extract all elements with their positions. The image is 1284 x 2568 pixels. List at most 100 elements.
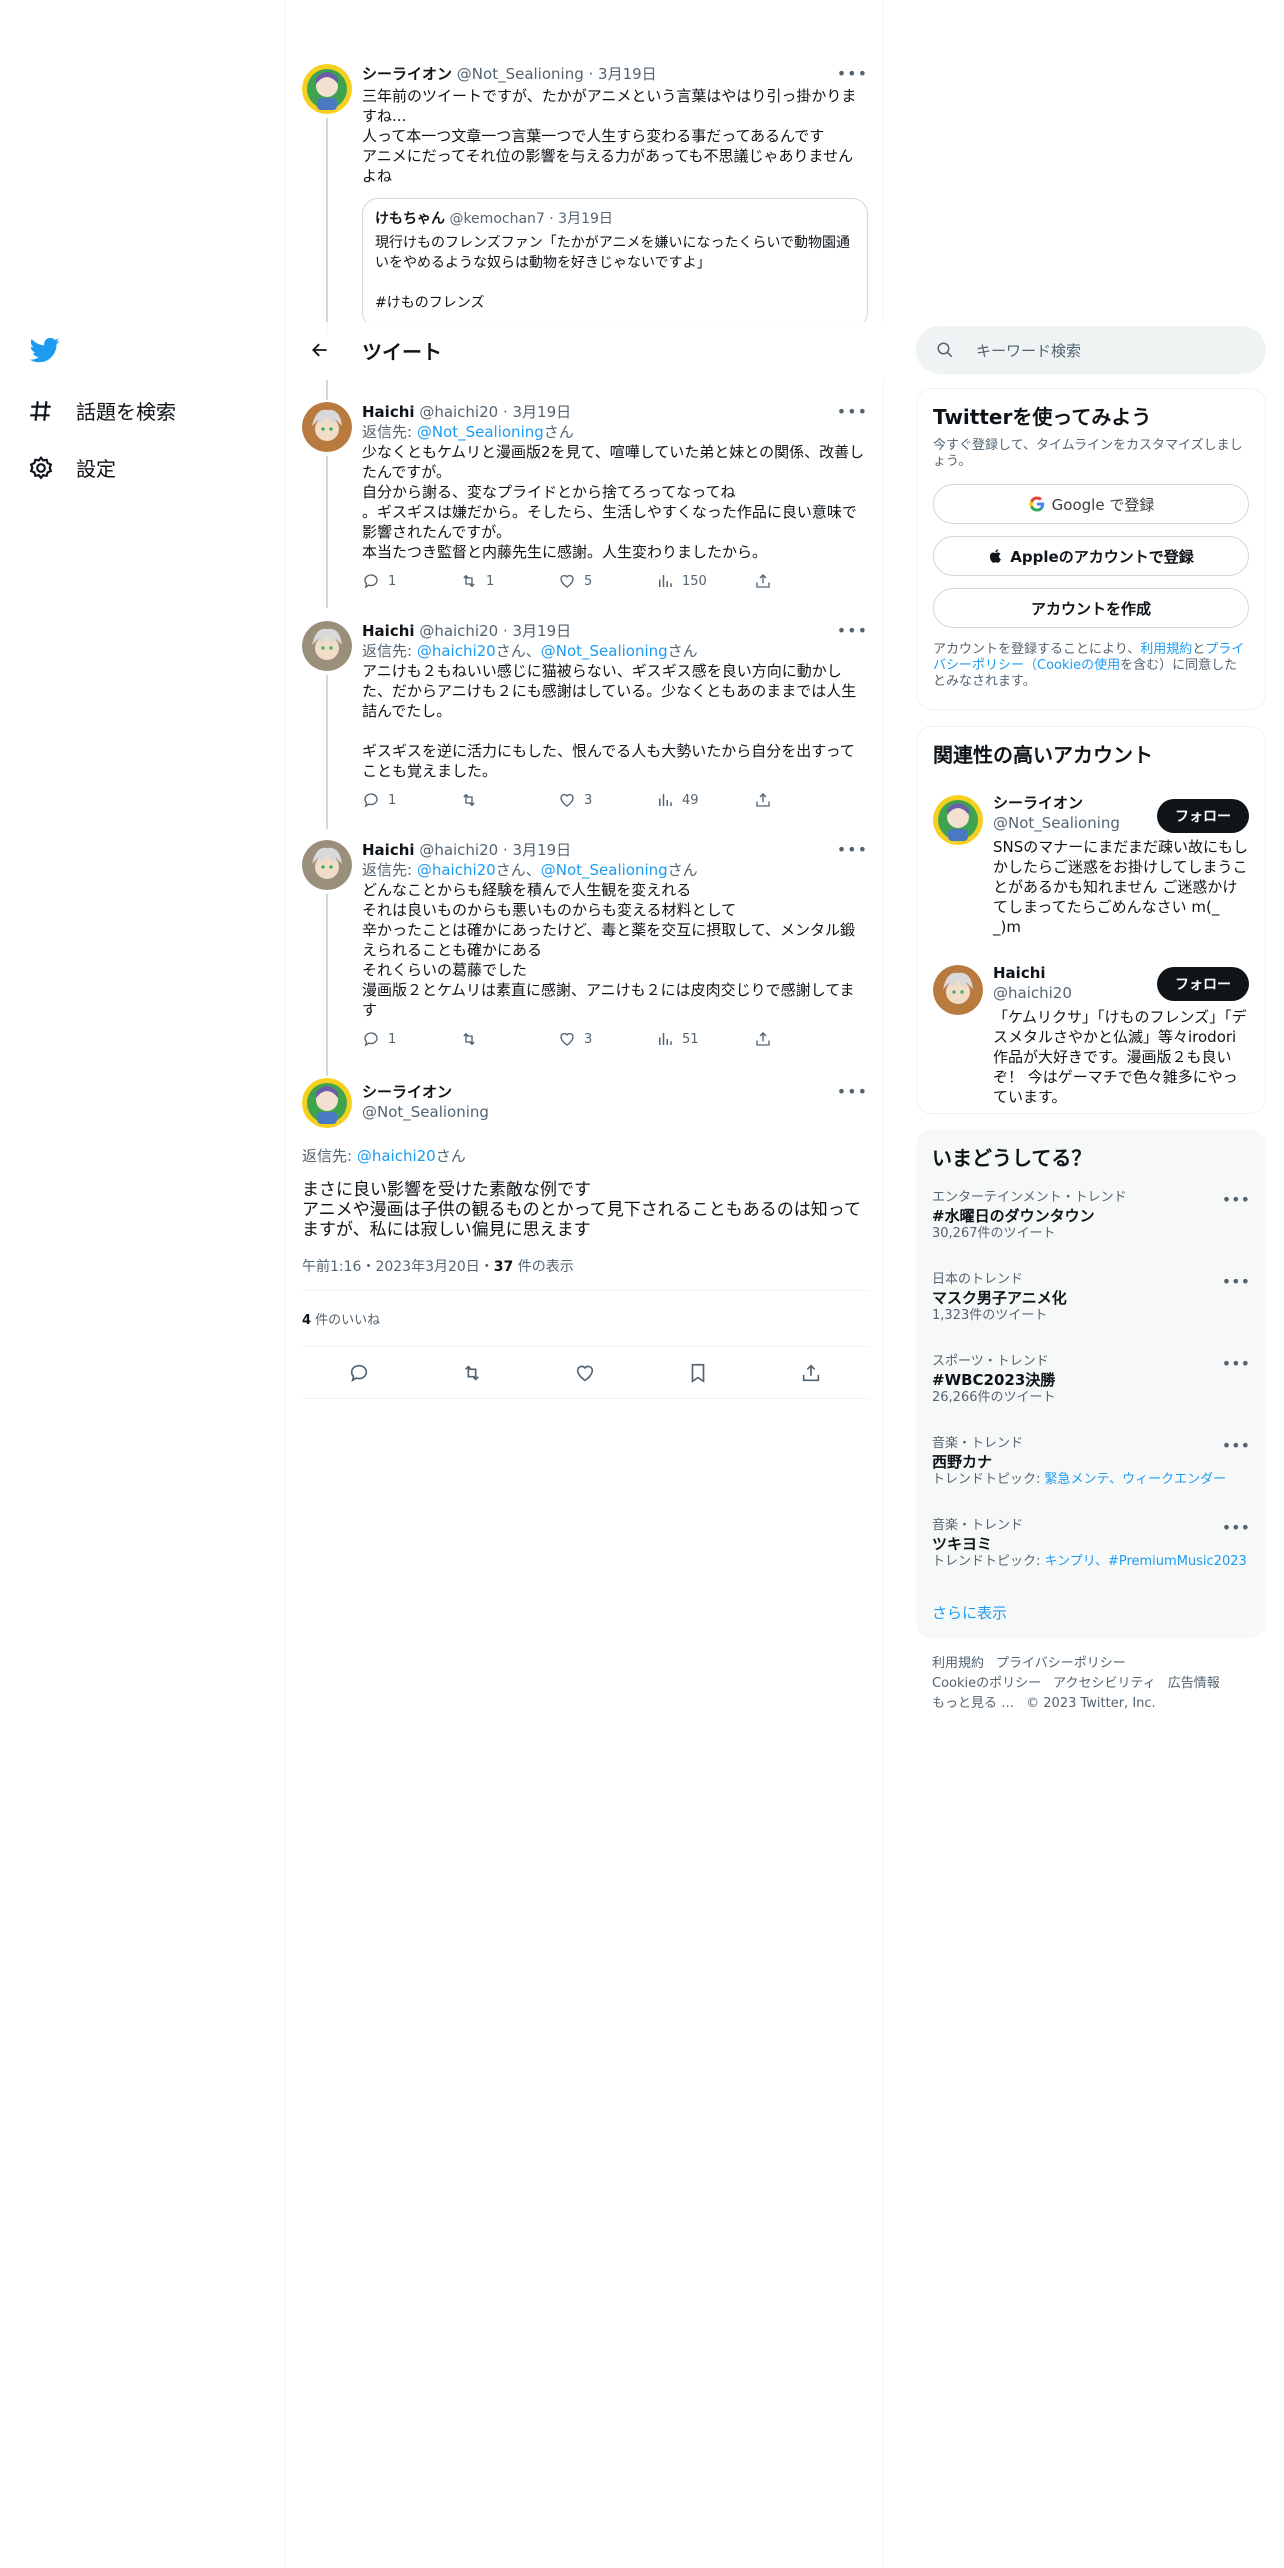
- author-name[interactable]: シーライオン: [362, 1082, 489, 1102]
- mention-link[interactable]: @Not_Sealioning: [541, 642, 668, 660]
- tweet-timestamp[interactable]: 午前1:16・2023年3月20日・: [302, 1259, 494, 1275]
- retweet-button[interactable]: 1: [460, 572, 558, 590]
- quote-tweet[interactable]: けもちゃん @kemochan7 · 3月19日 現行けものフレンズファン「たか…: [362, 198, 868, 328]
- account-item[interactable]: シーライオン @Not_Sealioning フォロー SNSのマナーにまだまだ…: [917, 785, 1265, 953]
- tweet-date[interactable]: · 3月19日: [503, 403, 571, 421]
- reply-icon[interactable]: [348, 1362, 370, 1384]
- avatar[interactable]: [302, 64, 352, 114]
- search-bar[interactable]: キーワード検索: [916, 326, 1266, 374]
- reply-button[interactable]: 1: [362, 572, 460, 590]
- trend-item[interactable]: 日本のトレンド マスク男子アニメ化 1,323件のツイート •••: [932, 1272, 1250, 1324]
- avatar[interactable]: [302, 621, 352, 671]
- author-handle[interactable]: @Not_Sealioning: [362, 1102, 489, 1122]
- views-button[interactable]: 49: [656, 791, 754, 809]
- avatar[interactable]: [302, 1078, 352, 1128]
- reply-button[interactable]: 1: [362, 1030, 460, 1048]
- reply-button[interactable]: 1: [362, 791, 460, 809]
- account-name[interactable]: シーライオン: [993, 793, 1155, 813]
- avatar[interactable]: [302, 402, 352, 452]
- nav-settings[interactable]: 設定: [28, 453, 116, 482]
- footer-ads-link[interactable]: 広告情報: [1168, 1676, 1220, 1691]
- author-name[interactable]: Haichi: [362, 403, 415, 421]
- trend-item[interactable]: スポーツ・トレンド #WBC2023決勝 26,266件のツイート •••: [932, 1354, 1250, 1406]
- trend-item[interactable]: エンターテインメント・トレンド #水曜日のダウンタウン 30,267件のツイート…: [932, 1190, 1250, 1242]
- author-handle[interactable]: @Not_Sealioning: [457, 65, 584, 83]
- more-icon[interactable]: •••: [1222, 1272, 1250, 1291]
- main-column: シーライオン @Not_Sealioning · 3月19日 ••• 三年前のツ…: [286, 0, 884, 2568]
- footer-privacy-link[interactable]: プライバシーポリシー: [996, 1656, 1126, 1671]
- create-account-button[interactable]: アカウントを作成: [933, 588, 1249, 628]
- nav-explore[interactable]: 話題を検索: [28, 396, 176, 425]
- more-icon[interactable]: •••: [1222, 1518, 1250, 1537]
- follow-button[interactable]: フォロー: [1157, 967, 1249, 1001]
- author-name[interactable]: シーライオン: [362, 65, 452, 83]
- tweet-date[interactable]: · 3月19日: [503, 841, 571, 859]
- bookmark-icon[interactable]: [687, 1362, 709, 1384]
- footer-cookie-link[interactable]: Cookieのポリシー: [932, 1676, 1041, 1691]
- like-button[interactable]: 3: [558, 791, 656, 809]
- more-icon[interactable]: •••: [837, 621, 868, 640]
- mention-link[interactable]: @haichi20: [417, 861, 496, 879]
- author-handle[interactable]: @haichi20: [419, 622, 498, 640]
- trend-topic-links[interactable]: キンプリ、#PremiumMusic2023: [1045, 1554, 1247, 1569]
- author-name[interactable]: Haichi: [362, 622, 415, 640]
- more-icon[interactable]: •••: [837, 64, 868, 83]
- more-icon[interactable]: •••: [837, 840, 868, 859]
- thread-tweet[interactable]: Haichi @haichi20 · 3月19日 ••• 返信先: @haich…: [286, 840, 884, 1076]
- retweet-button[interactable]: [460, 1030, 558, 1048]
- mention-link[interactable]: @haichi20: [357, 1147, 436, 1165]
- footer-accessibility-link[interactable]: アクセシビリティ: [1053, 1676, 1156, 1691]
- trend-item[interactable]: 音楽・トレンド 西野カナ トレンドトピック: 緊急メンテ、ウィークエンダー ••…: [932, 1436, 1250, 1488]
- account-name[interactable]: Haichi: [993, 963, 1155, 983]
- heart-icon[interactable]: [574, 1362, 596, 1384]
- account-handle[interactable]: @Not_Sealioning: [993, 813, 1155, 833]
- back-button[interactable]: [302, 332, 338, 368]
- mention-link[interactable]: @Not_Sealioning: [541, 861, 668, 879]
- more-icon[interactable]: •••: [837, 402, 868, 421]
- retweet-button[interactable]: [460, 791, 558, 809]
- mention-link[interactable]: @haichi20: [417, 642, 496, 660]
- account-handle[interactable]: @haichi20: [993, 983, 1155, 1003]
- like-button[interactable]: 3: [558, 1030, 656, 1048]
- account-item[interactable]: Haichi @haichi20 フォロー 「ケムリクサ」「けものフレンズ」「デ…: [917, 953, 1265, 1113]
- apple-signup-button[interactable]: Appleのアカウントで登録: [933, 536, 1249, 576]
- author-name[interactable]: Haichi: [362, 841, 415, 859]
- author-handle[interactable]: @haichi20: [419, 841, 498, 859]
- share-icon[interactable]: [800, 1362, 822, 1384]
- terms-link[interactable]: 利用規約: [1140, 642, 1192, 657]
- retweet-icon: [463, 793, 475, 807]
- thread-tweet[interactable]: Haichi @haichi20 · 3月19日 ••• 返信先: @haich…: [286, 621, 884, 829]
- author-handle[interactable]: @haichi20: [419, 403, 498, 421]
- follow-button[interactable]: フォロー: [1157, 799, 1249, 833]
- mention-link[interactable]: @Not_Sealioning: [417, 423, 544, 441]
- thread-tweet[interactable]: Haichi @haichi20 · 3月19日 ••• 返信先: @Not_S…: [286, 380, 884, 608]
- search-placeholder[interactable]: キーワード検索: [976, 340, 1081, 361]
- footer-more-link[interactable]: もっと見る …: [932, 1696, 1014, 1711]
- avatar[interactable]: [933, 965, 983, 1015]
- views-count: 37: [493, 1259, 514, 1275]
- show-more-link[interactable]: さらに表示: [932, 1602, 1007, 1623]
- share-button[interactable]: [754, 1030, 852, 1048]
- trend-topic-links[interactable]: 緊急メンテ、ウィークエンダー: [1045, 1472, 1227, 1487]
- retweet-icon[interactable]: [461, 1362, 483, 1384]
- retweet-count: 1: [486, 573, 495, 589]
- google-signup-button[interactable]: Google で登録: [933, 484, 1249, 524]
- thread-tweet[interactable]: シーライオン @Not_Sealioning · 3月19日 ••• 三年前のツ…: [286, 64, 884, 334]
- trend-item[interactable]: 音楽・トレンド ツキヨミ トレンドトピック: キンプリ、#PremiumMusi…: [932, 1518, 1250, 1570]
- share-button[interactable]: [754, 791, 852, 809]
- more-icon[interactable]: •••: [1222, 1436, 1250, 1455]
- like-button[interactable]: 5: [558, 572, 656, 590]
- views-button[interactable]: 150: [656, 572, 754, 590]
- footer-terms-link[interactable]: 利用規約: [932, 1656, 984, 1671]
- tweet-date[interactable]: · 3月19日: [503, 622, 571, 640]
- twitter-logo-icon[interactable]: [28, 335, 62, 365]
- avatar[interactable]: [302, 840, 352, 890]
- share-button[interactable]: [754, 572, 852, 590]
- tweet-date[interactable]: · 3月19日: [589, 65, 657, 83]
- avatar[interactable]: [933, 795, 983, 845]
- views-button[interactable]: 51: [656, 1030, 754, 1048]
- more-icon[interactable]: •••: [1222, 1354, 1250, 1373]
- more-icon[interactable]: •••: [837, 1082, 868, 1101]
- likes-summary[interactable]: 4 件のいいね: [302, 1291, 868, 1347]
- more-icon[interactable]: •••: [1222, 1190, 1250, 1209]
